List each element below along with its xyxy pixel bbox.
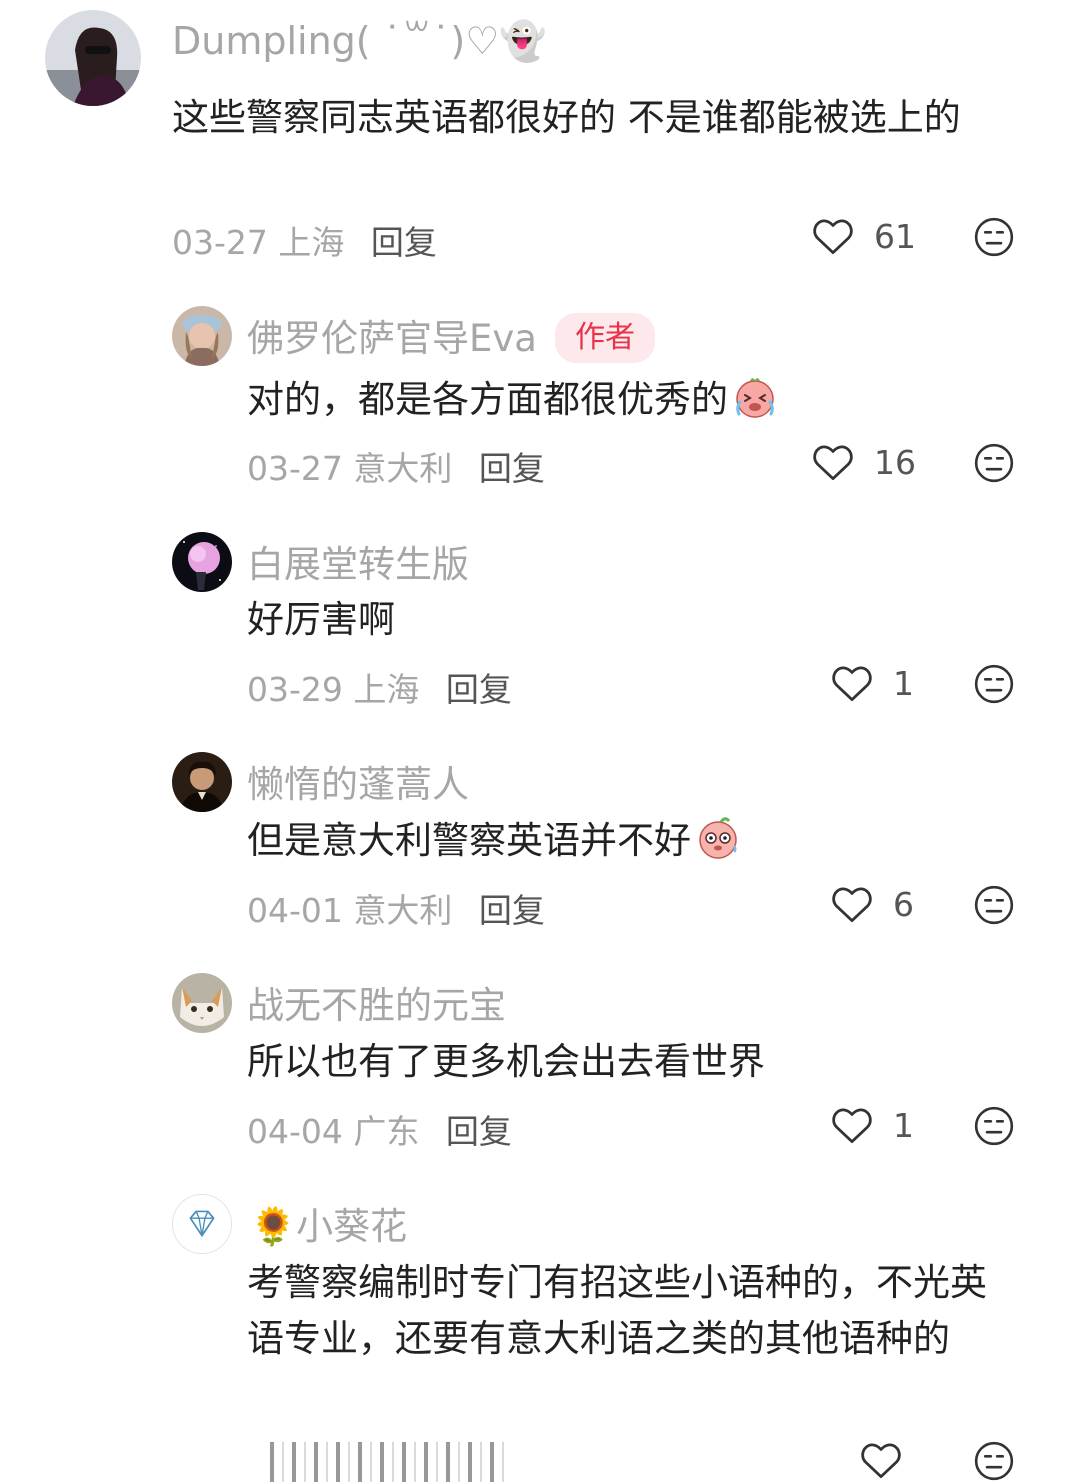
- heart-outline-icon: [813, 219, 853, 255]
- like-count: 1: [893, 1105, 914, 1145]
- like-count: 61: [874, 216, 916, 256]
- heart-outline-icon: [832, 1108, 872, 1144]
- avatar[interactable]: [172, 532, 232, 592]
- comment-text: 对的，都是各方面都很优秀的: [247, 372, 1018, 428]
- comment-date: 03-27: [172, 223, 268, 262]
- comment-meta: 03-29 上海 回复: [247, 663, 512, 711]
- meh-face-icon[interactable]: [973, 663, 1015, 705]
- like-count: 16: [874, 442, 916, 482]
- like-button[interactable]: 1: [831, 663, 933, 703]
- heart-outline-icon: [861, 1443, 901, 1479]
- comment-location: 上海: [353, 670, 420, 709]
- meh-face-icon[interactable]: [973, 884, 1015, 926]
- comment-text: 好厉害啊: [247, 598, 395, 641]
- comment-date: 03-27: [247, 449, 343, 488]
- like-count: 6: [893, 884, 914, 924]
- meh-face-icon[interactable]: [973, 442, 1015, 484]
- username-text: 佛罗伦萨官导Eva: [247, 317, 537, 360]
- comment-meta: 03-27 上海 回复: [172, 216, 437, 264]
- like-count: 1: [893, 663, 914, 703]
- avatar[interactable]: [172, 1194, 232, 1254]
- username[interactable]: 白展堂转生版: [247, 534, 469, 588]
- like-button[interactable]: 61: [812, 216, 916, 256]
- reply-button[interactable]: 回复: [446, 670, 512, 709]
- comment-date: 04-01: [247, 891, 343, 930]
- like-button[interactable]: 1: [831, 1105, 933, 1145]
- meh-face-icon[interactable]: [973, 216, 1015, 258]
- meh-face-icon[interactable]: [973, 1440, 1015, 1482]
- avatar[interactable]: [172, 752, 232, 812]
- username[interactable]: Dumpling( ˙꒳˙)♡👻: [172, 14, 547, 64]
- like-button[interactable]: [860, 1440, 902, 1480]
- username[interactable]: 🌻小葵花: [250, 1196, 407, 1250]
- comment-text-content: 但是意大利警察英语并不好: [247, 819, 691, 862]
- comment-location: 意大利: [353, 449, 453, 488]
- comment-meta: 04-01 意大利 回复: [247, 884, 545, 932]
- reply-button[interactable]: 回复: [479, 891, 545, 930]
- reply-button[interactable]: 回复: [371, 223, 437, 262]
- comment-text: 但是意大利警察英语并不好: [247, 813, 1018, 869]
- heart-outline-icon: [832, 666, 872, 702]
- avatar[interactable]: [172, 306, 232, 366]
- comment-meta: 04-04 广东 回复: [247, 1105, 512, 1153]
- comment-meta: 03-27 意大利 回复: [247, 442, 545, 490]
- crying-pig-emoji-icon: [736, 378, 774, 418]
- comment-location: 上海: [278, 223, 345, 262]
- heart-outline-icon: [832, 887, 872, 923]
- reply-button[interactable]: 回复: [479, 449, 545, 488]
- comment-date: 03-29: [247, 670, 343, 709]
- comment-text-content: 对的，都是各方面都很优秀的: [247, 378, 728, 421]
- meh-face-icon[interactable]: [973, 1105, 1015, 1147]
- comment-text: 考警察编制时专门有招这些小语种的，不光英语专业，还要有意大利语之类的其他语种的: [247, 1261, 987, 1360]
- heart-outline-icon: [813, 445, 853, 481]
- author-badge: 作者: [554, 313, 655, 363]
- comment-location: 广东: [353, 1112, 420, 1151]
- username[interactable]: 懒惰的蓬蒿人: [247, 754, 469, 808]
- comment-text: 所以也有了更多机会出去看世界: [247, 1040, 765, 1083]
- reply-button[interactable]: 回复: [446, 1112, 512, 1151]
- comment-date: 04-04: [247, 1112, 343, 1151]
- sweating-pig-emoji-icon: [699, 817, 737, 859]
- comment-text: 这些警察同志英语都很好的 不是谁都能被选上的: [172, 96, 961, 139]
- blurred-meta-redaction: [270, 1442, 510, 1482]
- avatar[interactable]: [45, 10, 141, 106]
- like-button[interactable]: 6: [831, 884, 933, 924]
- username[interactable]: 佛罗伦萨官导Eva 作者: [247, 308, 655, 363]
- avatar[interactable]: [172, 973, 232, 1033]
- like-button[interactable]: 16: [812, 442, 916, 482]
- username[interactable]: 战无不胜的元宝: [247, 975, 506, 1029]
- diamond-icon: [173, 1195, 231, 1253]
- comment-location: 意大利: [353, 891, 453, 930]
